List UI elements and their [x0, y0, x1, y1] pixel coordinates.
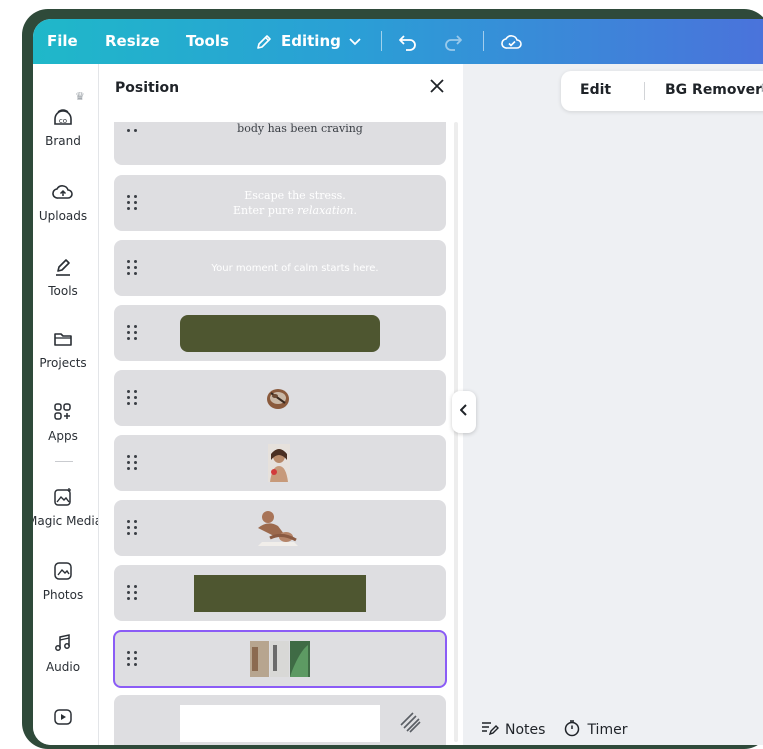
close-panel-button[interactable] — [425, 76, 449, 100]
rail-label: Apps — [48, 429, 78, 443]
redo-button[interactable] — [443, 19, 463, 64]
layer-item[interactable]: Escape the stress. Enter pure relaxation… — [114, 175, 446, 231]
file-menu-button[interactable]: File — [47, 19, 78, 64]
position-panel: Position body has been craving Escape th… — [99, 64, 463, 745]
rail-label: Magic Media — [33, 514, 99, 528]
pencil-icon — [255, 33, 273, 51]
top-toolbar: File Resize Tools Editing — [33, 19, 763, 64]
rail-label: Uploads — [38, 209, 88, 223]
bottom-toolbar: Notes Timer — [481, 719, 645, 741]
timer-icon — [563, 719, 581, 741]
layer-item-selected[interactable] — [113, 630, 447, 688]
rail-item-audio[interactable]: Audio — [33, 630, 98, 674]
layer-item[interactable] — [114, 370, 446, 426]
cloud-upload-icon — [33, 179, 98, 205]
cloud-check-icon — [501, 33, 523, 51]
drag-handle-icon[interactable] — [126, 259, 140, 277]
rail-item-projects[interactable]: Projects — [33, 326, 98, 370]
layer-text-preview: Escape the stress. Enter pure relaxation… — [233, 189, 357, 217]
music-note-icon — [33, 630, 98, 656]
crown-icon: ♛ — [759, 81, 763, 95]
chevron-down-icon — [349, 37, 361, 46]
app-screen: File Resize Tools Editing ♛ co Brand Upl… — [33, 19, 763, 745]
drag-handle-icon[interactable] — [126, 519, 140, 537]
drag-handle-icon[interactable] — [126, 128, 140, 134]
tools-menu-button[interactable]: Tools — [186, 19, 229, 64]
edit-button[interactable]: Edit — [580, 82, 611, 98]
rail-label: Audio — [45, 660, 81, 674]
rail-label: Photos — [42, 588, 84, 602]
layer-item[interactable]: body has been craving — [114, 122, 446, 165]
notes-icon — [481, 720, 499, 740]
rail-item-video[interactable] — [33, 704, 98, 730]
drag-handle-icon[interactable] — [126, 650, 140, 668]
layer-image-preview — [254, 508, 300, 552]
layer-shape-preview — [180, 315, 380, 352]
editing-label: Editing — [281, 32, 341, 50]
layer-item[interactable] — [114, 695, 446, 745]
video-play-icon — [33, 704, 98, 730]
toolbar-divider — [483, 31, 484, 51]
layer-image-preview — [268, 444, 290, 486]
toolbar-divider — [381, 31, 382, 51]
layer-item[interactable]: Your moment of calm starts here. — [114, 240, 446, 296]
rail-item-apps[interactable]: Apps — [33, 399, 98, 443]
layer-text-preview: Your moment of calm starts here. — [211, 262, 379, 274]
layer-image-preview — [250, 641, 310, 681]
bg-remover-button[interactable]: BG Remover — [665, 82, 762, 98]
rail-label: Brand — [45, 134, 81, 148]
image-edit-toolbar: Edit BG Remover ♛ — [561, 71, 763, 111]
chevron-left-icon — [459, 404, 468, 420]
rail-item-tools[interactable]: Tools — [33, 254, 98, 298]
rail-divider — [55, 461, 73, 462]
layer-text-preview: body has been craving — [237, 122, 363, 135]
layer-image-preview — [263, 384, 293, 418]
layer-item[interactable] — [114, 305, 446, 361]
drag-handle-icon[interactable] — [126, 454, 140, 472]
rail-label: Tools — [48, 284, 78, 298]
drag-handle-icon[interactable] — [126, 389, 140, 407]
editing-mode-button[interactable]: Editing — [255, 19, 361, 64]
layer-item[interactable] — [114, 500, 446, 556]
rail-item-photos[interactable]: Photos — [33, 558, 98, 602]
cloud-save-status-button[interactable] — [501, 19, 523, 64]
apps-grid-icon — [33, 399, 98, 425]
undo-icon — [398, 33, 418, 51]
timer-button[interactable]: Timer — [563, 719, 627, 741]
svg-text:co: co — [59, 117, 67, 125]
layer-shape-preview — [194, 575, 366, 612]
rail-item-brand[interactable]: co Brand — [33, 104, 98, 148]
notes-button[interactable]: Notes — [481, 720, 545, 740]
folder-icon — [33, 326, 98, 352]
layer-item[interactable] — [114, 565, 446, 621]
panel-title: Position — [115, 80, 180, 96]
toolbar-divider — [644, 82, 645, 100]
rail-item-magic-media[interactable]: Magic Media — [33, 484, 99, 528]
page-frame: File Resize Tools Editing ♛ co Brand Upl… — [0, 0, 763, 749]
rail-label: Projects — [39, 356, 87, 370]
close-icon — [429, 78, 445, 98]
redo-icon — [443, 33, 463, 51]
pen-tool-icon — [33, 254, 98, 280]
timer-label: Timer — [587, 722, 628, 738]
undo-button[interactable] — [398, 19, 418, 64]
texture-pattern-icon — [399, 711, 421, 737]
notes-label: Notes — [505, 722, 546, 738]
drag-handle-icon[interactable] — [126, 194, 140, 212]
drag-handle-icon[interactable] — [126, 584, 140, 602]
layer-shape-preview — [180, 705, 380, 742]
magic-image-icon — [33, 484, 98, 510]
resize-button[interactable]: Resize — [105, 19, 160, 64]
brand-kit-icon: co — [33, 104, 98, 130]
crown-icon: ♛ — [75, 90, 85, 103]
layer-item[interactable] — [114, 435, 446, 491]
collapse-panel-button[interactable] — [452, 391, 476, 433]
side-navigation: ♛ co Brand Uploads Tools Projects Apps a… — [33, 64, 99, 745]
drag-handle-icon[interactable] — [126, 324, 140, 342]
rail-item-uploads[interactable]: Uploads — [33, 179, 98, 223]
photo-icon — [33, 558, 98, 584]
